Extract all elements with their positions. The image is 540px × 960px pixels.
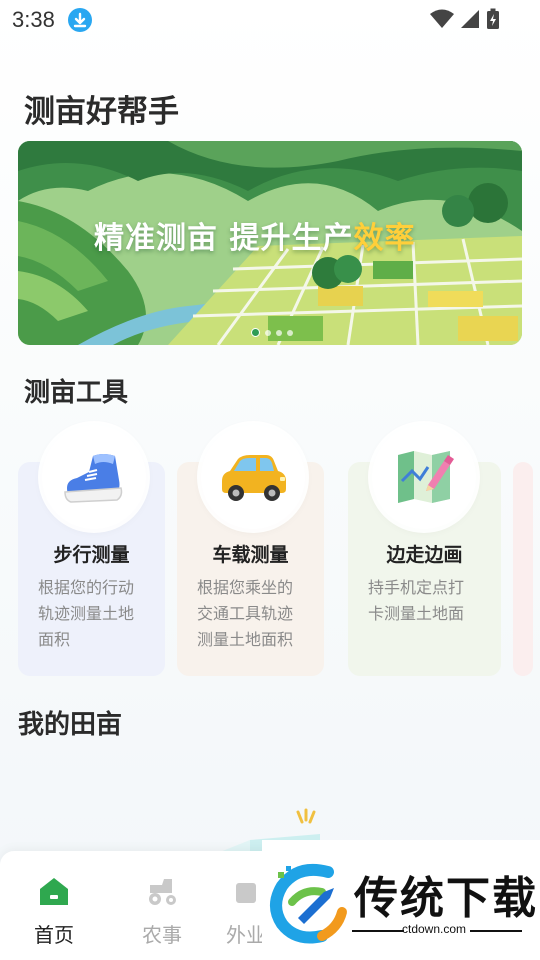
page-title: 测亩好帮手 <box>24 94 179 130</box>
car-icon <box>222 455 286 501</box>
nav-item-home[interactable]: 首页 <box>14 851 94 960</box>
banner-headline-accent: 效率 <box>353 221 416 256</box>
tool-name-walk: 步行测量 <box>53 544 130 566</box>
tool-name-draw: 边走边画 <box>386 544 463 566</box>
desc-line: 面积 <box>38 630 71 649</box>
tool-card-peek[interactable] <box>513 462 533 676</box>
wifi-icon <box>430 9 454 28</box>
status-time: 3:38 <box>12 7 55 32</box>
tools-section-title: 测亩工具 <box>24 378 129 408</box>
banner-headline-main: 精准测亩 提升生产 <box>94 221 354 256</box>
status-bar: 3:38 <box>0 0 540 40</box>
tool-name-vehicle: 车载测量 <box>212 544 289 566</box>
watermark-url: ctdown.com <box>402 922 467 936</box>
banner-dot-2[interactable] <box>265 329 271 336</box>
download-icon <box>68 8 92 32</box>
tool-icon-vehicle[interactable] <box>201 425 305 529</box>
banner-pagination <box>251 328 293 337</box>
banner-dot-1[interactable] <box>251 328 260 337</box>
tool-desc-draw: 持手机定点打 卡测量土地面 <box>368 575 464 627</box>
fields-section-title: 我的田亩 <box>18 710 123 740</box>
banner-headline: 精准测亩 提升生产效率 <box>94 213 415 257</box>
desc-line: 测量土地面积 <box>197 630 294 649</box>
shoe-icon <box>64 454 123 503</box>
tool-desc-vehicle: 根据您乘坐的 交通工具轨迹 测量土地面积 <box>197 575 293 653</box>
desc-line: 交通工具轨迹 <box>197 604 294 623</box>
desc-line: 根据您的行动 <box>38 578 135 597</box>
status-icons <box>430 8 500 30</box>
home-icon <box>40 878 68 905</box>
banner-dot-4[interactable] <box>287 329 293 336</box>
watermark-rule-right <box>470 930 522 932</box>
nav-label-home: 首页 <box>34 923 74 947</box>
watermark-title: 传统下载 <box>354 873 538 924</box>
watermark-rule-left <box>352 930 404 932</box>
tractor-icon <box>149 879 176 905</box>
watermark-logo <box>270 863 347 944</box>
battery-icon <box>487 8 499 29</box>
signal-icon <box>461 10 479 28</box>
nav-item-farming[interactable]: 农事 <box>122 851 202 960</box>
watermark: 传统下载 ctdown.com <box>262 840 540 960</box>
tool-icon-draw[interactable] <box>372 425 476 529</box>
desc-line: 卡测量土地面 <box>368 604 465 623</box>
tool-desc-walk: 根据您的行动 轨迹测量土地 面积 <box>38 575 134 653</box>
map-pencil-icon <box>398 451 454 503</box>
desc-line: 轨迹测量土地 <box>38 604 135 623</box>
banner-dot-3[interactable] <box>276 329 282 336</box>
promo-banner[interactable]: 精准测亩 提升生产效率 <box>18 141 522 345</box>
desc-line: 根据您乘坐的 <box>197 578 294 597</box>
nav-label-farming: 农事 <box>142 923 182 947</box>
work-icon <box>236 883 256 903</box>
desc-line: 持手机定点打 <box>368 578 465 597</box>
tool-icon-walk[interactable] <box>42 425 146 529</box>
